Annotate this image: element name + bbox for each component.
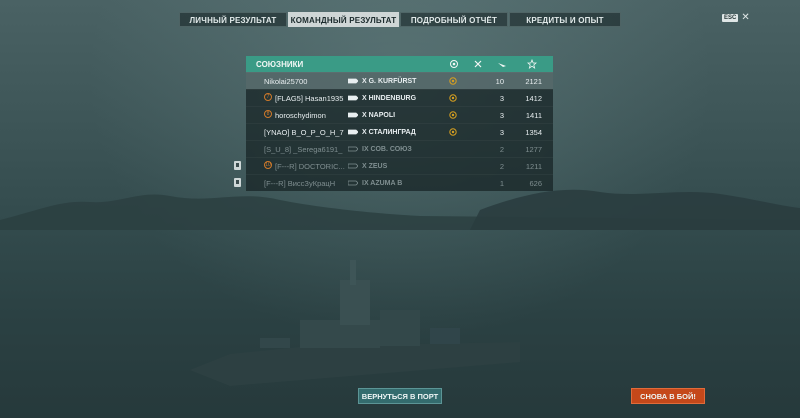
kills-value: 2: [499, 144, 504, 154]
player-name: [FLAG5] Hasan1935: [275, 93, 344, 103]
table-row[interactable]: 8 horoschydimon X NAPOLI 3 1411: [246, 106, 553, 123]
close-icon[interactable]: ✕: [741, 13, 749, 23]
xp-value: 1277: [525, 144, 542, 154]
kills-value: 3: [499, 93, 504, 103]
kills-value: 3: [499, 127, 504, 137]
rank-badge-icon: 10: [264, 161, 272, 169]
ship-name: IX AZUMA B: [362, 179, 403, 187]
ship-name: X G. KURFÜRST: [362, 77, 417, 85]
xp-value: 1411: [525, 110, 542, 120]
ship-class-icon: [348, 146, 358, 152]
player-name: [F---R] DOCTORIC...: [275, 161, 345, 171]
xp-value: 1354: [525, 127, 542, 137]
medal-icon: [450, 60, 458, 68]
table-row[interactable]: Nikolai25700 X G. KURFÜRST 10 2121: [246, 72, 553, 89]
player-name: [YNAO] В_О_Р_О_Н_7: [264, 127, 344, 137]
medal-icon: [449, 77, 457, 85]
kills-value: 10: [495, 76, 504, 86]
division-icon: [234, 161, 241, 170]
table-row[interactable]: [S_U_8] _Serega6191_ IX СОВ. СОЮЗ 2 1277: [246, 140, 553, 157]
xp-value: 1211: [525, 161, 542, 171]
xp-value: 1412: [525, 93, 542, 103]
table-row[interactable]: [YNAO] В_О_Р_О_Н_7 X СТАЛИНГРАД 3 1354: [246, 123, 553, 140]
player-name: [F---R] ВиссЗуКрацН: [264, 178, 336, 188]
ship-class-icon: [348, 78, 358, 84]
ship-class-icon: [348, 129, 358, 135]
battleship-silhouette: [190, 260, 520, 386]
allies-table-header: СОЮЗНИКИ: [246, 56, 553, 72]
tab-detailed-report[interactable]: ПОДРОБНЫЙ ОТЧЁТ: [400, 12, 508, 27]
table-row[interactable]: 7 [FLAG5] Hasan1935 X HINDENBURG 3 1412: [246, 89, 553, 106]
ship-class-icon: [348, 95, 358, 101]
kills-value: 2: [499, 161, 504, 171]
rank-badge-icon: 7: [264, 93, 272, 101]
player-name: [S_U_8] _Serega6191_: [264, 144, 343, 154]
allies-table: СОЮЗНИКИ Nikolai25700 X G. KURFÜRST 10 2121…: [234, 56, 553, 191]
xp-star-icon: [527, 59, 537, 69]
medal-icon: [449, 111, 457, 119]
esc-badge: ESC: [722, 14, 739, 22]
player-name: horoschydimon: [275, 110, 326, 120]
table-row[interactable]: [F---R] ВиссЗуКрацН IX AZUMA B 1 626: [234, 174, 553, 191]
kills-value: 3: [499, 110, 504, 120]
ship-class-icon: [348, 163, 358, 169]
medal-icon: [449, 128, 457, 136]
table-row[interactable]: 10 [F---R] DOCTORIC... X ZEUS 2 1211: [234, 157, 553, 174]
ship-class-icon: [348, 112, 358, 118]
allies-rows: Nikolai25700 X G. KURFÜRST 10 2121 7 [FLAG5] …: [234, 72, 553, 191]
player-name: Nikolai25700: [264, 76, 308, 86]
planes-icon: [498, 63, 506, 67]
kills-icon: [474, 60, 482, 68]
tab-personal-result[interactable]: ЛИЧНЫЙ РЕЗУЛЬТАТ: [179, 12, 287, 27]
ship-name: X NAPOLI: [362, 111, 396, 119]
allies-title: СОЮЗНИКИ: [256, 59, 304, 69]
tab-team-result[interactable]: КОМАНДНЫЙ РЕЗУЛЬТАТ: [288, 12, 399, 27]
medal-icon: [449, 94, 457, 102]
ship-name: X ZEUS: [362, 162, 388, 170]
ship-class-icon: [348, 180, 358, 186]
ship-name: X HINDENBURG: [362, 94, 417, 102]
xp-value: 2121: [525, 76, 542, 86]
rank-badge-icon: 8: [264, 110, 272, 118]
ship-name: X СТАЛИНГРАД: [362, 128, 416, 136]
kills-value: 1: [499, 178, 504, 188]
xp-value: 626: [529, 178, 542, 188]
return-to-port-button[interactable]: ВЕРНУТЬСЯ В ПОРТ: [358, 388, 442, 404]
esc-close-button[interactable]: ESC ✕: [722, 13, 750, 23]
tab-credits-xp[interactable]: КРЕДИТЫ И ОПЫТ: [509, 12, 621, 27]
battle-again-button[interactable]: СНОВА В БОЙ!: [631, 388, 705, 404]
results-tabs: ЛИЧНЫЙ РЕЗУЛЬТАТ КОМАНДНЫЙ РЕЗУЛЬТАТ ПОД…: [179, 12, 621, 27]
ship-name: IX СОВ. СОЮЗ: [362, 145, 412, 153]
division-icon: [234, 178, 241, 187]
